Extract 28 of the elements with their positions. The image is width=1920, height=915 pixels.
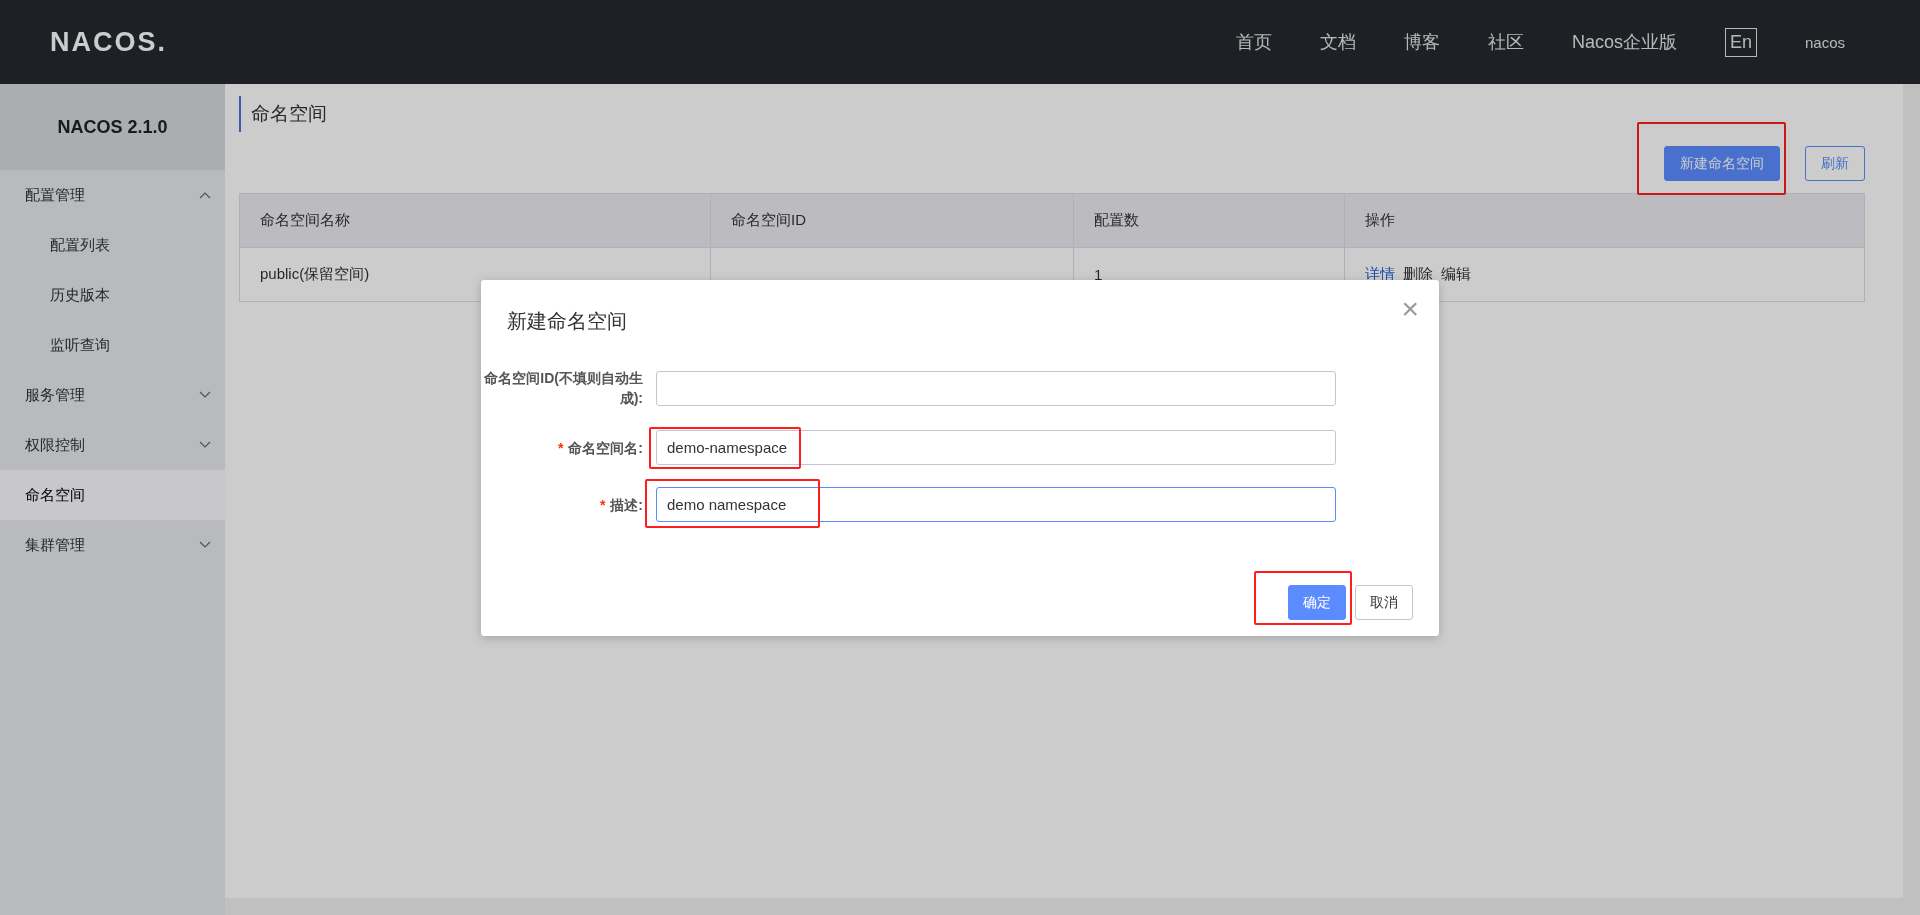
sidebar-item[interactable]: 命名空间	[0, 470, 225, 520]
action-link[interactable]: 编辑	[1441, 265, 1471, 284]
field-label: 命名空间ID(不填则自动生成):	[483, 369, 644, 408]
table-cell-text: public(保留空间)	[259, 264, 371, 284]
column-header: 命名空间名称	[259, 210, 351, 230]
input-field[interactable]: demo namespace	[656, 487, 1336, 522]
nav-link[interactable]: Nacos企业版	[1547, 30, 1701, 54]
user-name[interactable]: nacos	[1804, 33, 1845, 51]
sidebar-title: NACOS 2.1.0	[0, 84, 225, 170]
logo: NACOS.	[50, 26, 167, 58]
chevron-icon	[199, 391, 211, 399]
language-toggle[interactable]: En	[1724, 27, 1757, 57]
nav-link[interactable]: 社区	[1463, 30, 1548, 54]
action-link[interactable]: 删除	[1403, 265, 1433, 284]
nav-link[interactable]: 首页	[1211, 30, 1296, 54]
chevron-icon	[199, 191, 211, 199]
field-label: * 命名空间名:	[556, 438, 644, 458]
page-title: 命名空间	[239, 96, 1865, 132]
chevron-icon	[199, 441, 211, 449]
scrollbar[interactable]	[1903, 84, 1920, 915]
nav-link[interactable]: 博客	[1379, 30, 1464, 54]
input-field[interactable]	[656, 370, 1336, 406]
dialog-title: 新建命名空间	[507, 309, 627, 334]
cancel-button[interactable]: 取消	[1355, 585, 1413, 620]
input-field[interactable]: demo-namespace	[656, 430, 1336, 465]
chevron-icon	[199, 541, 211, 549]
field-label: * 描述:	[598, 495, 644, 515]
nav-link[interactable]: 文档	[1295, 30, 1380, 54]
